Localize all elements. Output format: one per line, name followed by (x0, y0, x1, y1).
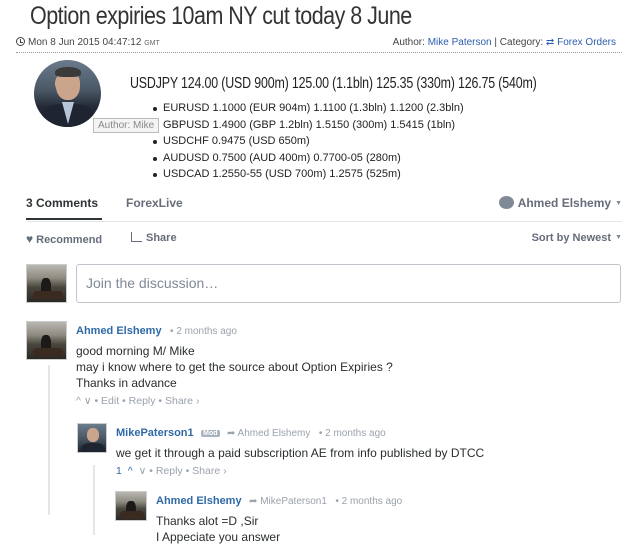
avatar[interactable] (115, 491, 147, 521)
chevron-down-icon: ▼ (615, 234, 622, 241)
comment: Ahmed Elshemy • 2 months ago good mornin… (76, 321, 393, 407)
sort-dropdown[interactable]: Sort by Newest ▼ (532, 232, 622, 244)
tab-forexlive[interactable]: ForexLive (126, 196, 183, 210)
clock-icon (16, 37, 25, 46)
tab-comments[interactable]: 3 Comments (26, 196, 102, 220)
author-category: Author: Mike Paterson | Category: ⇄ Fore… (392, 37, 616, 48)
comment-author[interactable]: MikePaterson1 (116, 427, 194, 439)
reply-to-link[interactable]: ➦ Ahmed Elshemy (227, 428, 310, 439)
list-item: USDCAD 1.2550-55 (USD 700m) 1.2575 (525m… (153, 166, 464, 183)
article-meta: Mon 8 Jun 2015 04:47:12 GMT Author: Mike… (16, 37, 624, 51)
avatar[interactable] (77, 423, 107, 453)
comment: MikePaterson1 Mod ➦ Ahmed Elshemy • 2 mo… (116, 423, 484, 477)
options-list: EURUSD 1.1000 (EUR 904m) 1.1100 (1.3bln)… (153, 100, 464, 183)
list-item: AUDUSD 0.7500 (AUD 400m) 0.7700-05 (280m… (153, 150, 464, 167)
usdjpy-line: USDJPY 124.00 (USD 900m) 125.00 (1.1bln)… (130, 75, 537, 92)
comment: Ahmed Elshemy ➦ MikePaterson1 • 2 months… (156, 491, 402, 545)
discussion-actions: ♥ Recommend Share Sort by Newest ▼ (26, 232, 622, 246)
comment-time[interactable]: • 2 months ago (170, 326, 237, 337)
comment-footer[interactable]: ^ ∨ • Edit • Reply • Share › (76, 395, 393, 407)
avatar[interactable] (26, 264, 67, 303)
reply-to-link[interactable]: ➦ MikePaterson1 (249, 496, 327, 507)
upvote-icon[interactable]: ^ (128, 465, 133, 477)
discussion-tabs: 3 Comments ForexLive Ahmed Elshemy ▼ (26, 196, 622, 222)
comment-time[interactable]: • 2 months ago (335, 496, 402, 507)
list-item: GBPUSD 1.4900 (GBP 1.2bln) 1.5150 (300m)… (153, 117, 464, 134)
avatar[interactable] (26, 321, 67, 360)
comment-body: we get it through a paid subscription AE… (116, 446, 485, 460)
list-item: USDCHF 0.9475 (USD 650m) (153, 133, 464, 150)
list-item: EURUSD 1.1000 (EUR 904m) 1.1100 (1.3bln)… (153, 100, 464, 117)
comment-body: good morning M/ Mike may i know where to… (76, 344, 393, 390)
comment-author[interactable]: Ahmed Elshemy (76, 325, 162, 337)
category-link[interactable]: Forex Orders (557, 37, 616, 48)
recommend-button[interactable]: ♥ Recommend (26, 232, 102, 246)
thread-line (93, 465, 95, 535)
comment-footer: 1 ^ ∨ • Reply • Share › (116, 465, 227, 477)
comment-body: Thanks alot =D ,Sir I Appeciate you answ… (156, 514, 281, 544)
category-icon: ⇄ (545, 37, 555, 48)
share-icon (131, 232, 142, 242)
heart-icon: ♥ (26, 232, 34, 246)
comment-author[interactable]: Ahmed Elshemy (156, 495, 242, 507)
divider (16, 52, 622, 53)
upvote-count: 1 (116, 465, 122, 477)
author-tooltip: Author: Mike (93, 118, 160, 133)
author-photo[interactable] (34, 60, 101, 127)
chevron-down-icon: ▼ (615, 200, 622, 207)
comment-input[interactable]: Join the discussion… (76, 264, 621, 303)
article-title: Option expiries 10am NY cut today 8 June (30, 2, 412, 30)
thread-line (48, 365, 50, 515)
comment-time[interactable]: • 2 months ago (319, 428, 386, 439)
share-button[interactable]: Share (131, 232, 177, 244)
user-icon (498, 196, 514, 209)
moderator-badge: Mod (201, 430, 220, 437)
article-date: Mon 8 Jun 2015 04:47:12 GMT (16, 37, 160, 48)
author-link[interactable]: Mike Paterson (428, 37, 492, 48)
user-menu[interactable]: Ahmed Elshemy ▼ (498, 196, 622, 210)
